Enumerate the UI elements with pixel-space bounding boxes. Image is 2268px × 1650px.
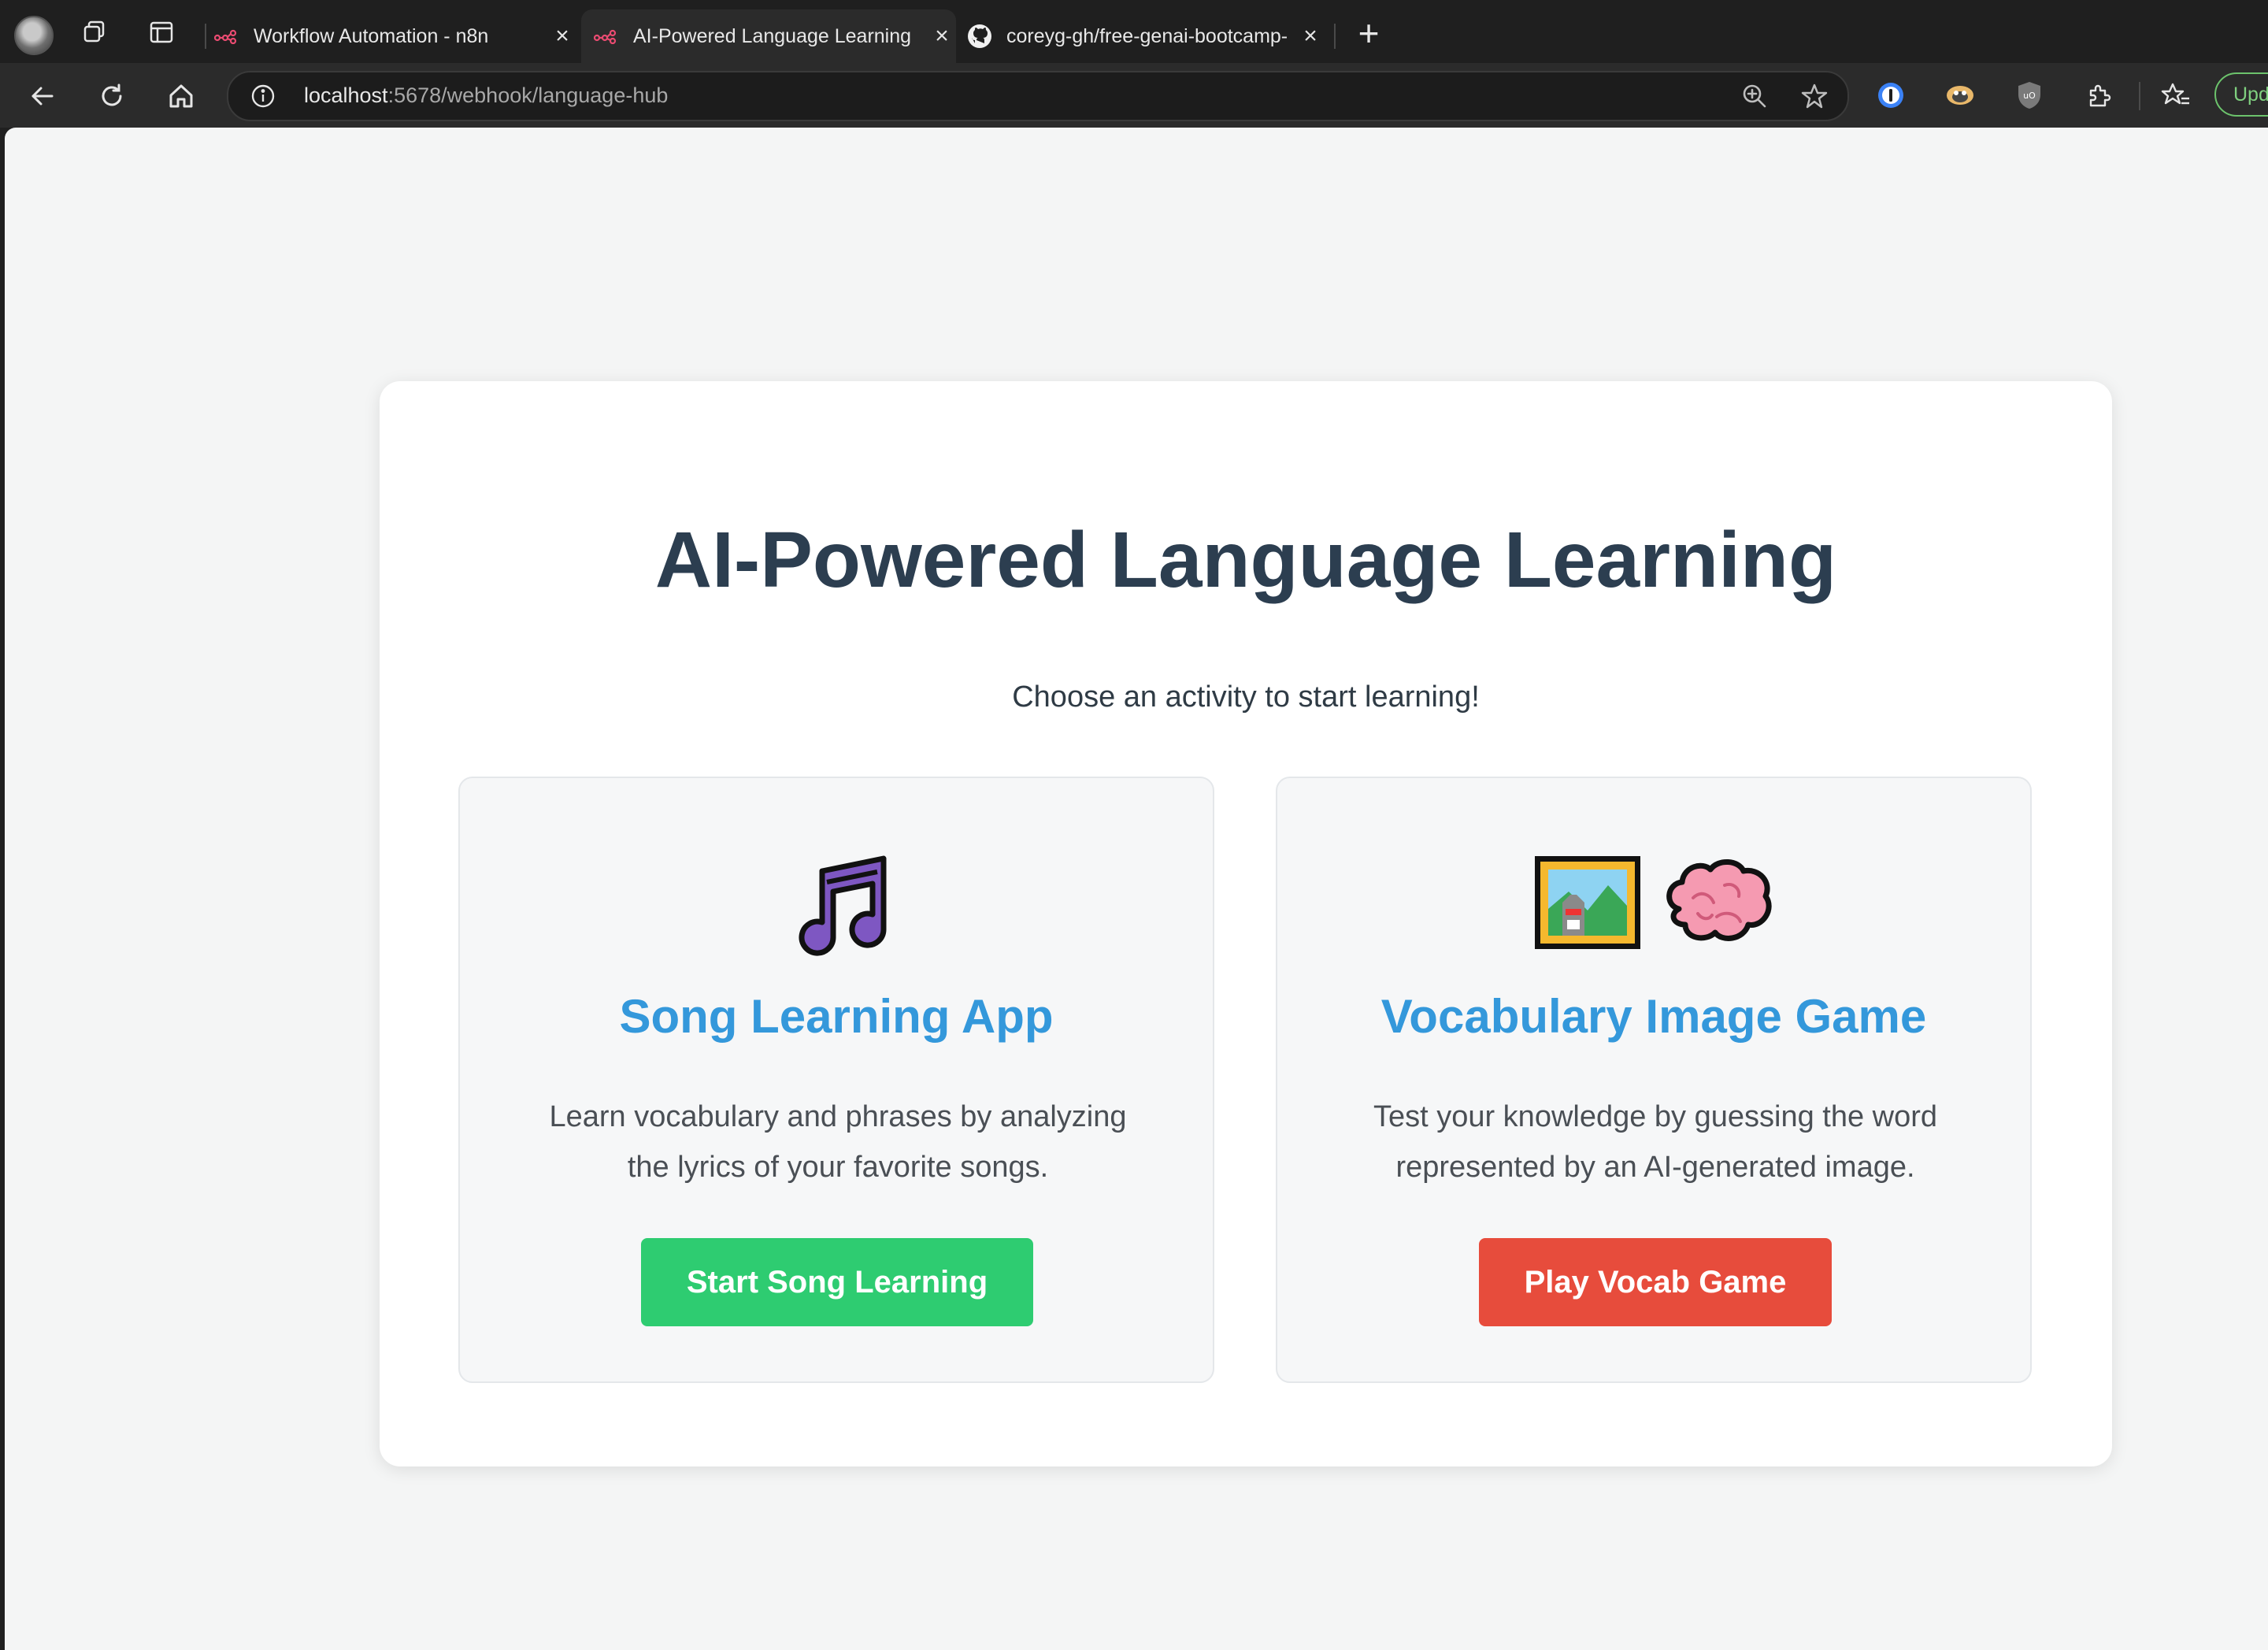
tab-title: AI-Powered Language Learning	[633, 24, 912, 47]
page-subtitle: Choose an activity to start learning!	[1012, 680, 1480, 714]
refresh-icon[interactable]	[93, 77, 131, 115]
song-learning-card: Song Learning App Learn vocabulary and p…	[458, 777, 1214, 1383]
brain-icon	[1662, 854, 1775, 955]
page-title: AI-Powered Language Learning	[654, 516, 1837, 604]
browser-toolbar: localhost:5678/webhook/language-hub uO U…	[0, 63, 2268, 128]
favorite-star-icon[interactable]	[1800, 82, 1829, 110]
extension-icon[interactable]	[1944, 79, 1977, 112]
github-icon	[967, 24, 992, 49]
vocab-game-card: Vocabulary Image Game Test your knowledg…	[1276, 777, 2032, 1383]
tab-bar: Workflow Automation - n8n × AI-Powered L…	[0, 0, 2268, 63]
back-icon[interactable]	[24, 77, 61, 115]
tab-github-repo[interactable]: coreyg-gh/free-genai-bootcamp- ×	[967, 9, 1325, 63]
main-card: AI-Powered Language Learning Choose an a…	[380, 381, 2112, 1466]
tab-title: coreyg-gh/free-genai-bootcamp-	[1006, 24, 1288, 47]
tab-title: Workflow Automation - n8n	[254, 24, 489, 47]
url-host: localhost	[304, 83, 388, 107]
tab-actions-icon[interactable]	[143, 14, 180, 50]
password-manager-icon[interactable]	[1874, 79, 1907, 112]
tab-language-learning[interactable]: AI-Powered Language Learning ×	[581, 9, 956, 63]
workspaces-icon[interactable]	[77, 14, 113, 50]
ublock-shield-icon[interactable]: uO	[2013, 79, 2046, 112]
svg-text:uO: uO	[2023, 91, 2036, 101]
url-text: localhost:5678/webhook/language-hub	[304, 83, 668, 108]
framed-picture-icon	[1532, 854, 1643, 955]
favorites-icon[interactable]	[2159, 79, 2192, 112]
tab-n8n-workflow[interactable]: Workflow Automation - n8n ×	[214, 9, 576, 63]
close-tab-icon[interactable]: ×	[928, 22, 956, 50]
home-icon[interactable]	[162, 77, 200, 115]
activity-title: Vocabulary Image Game	[1380, 990, 1927, 1043]
url-path: :5678/webhook/language-hub	[387, 83, 669, 107]
n8n-icon	[594, 24, 619, 49]
n8n-icon	[214, 24, 239, 49]
browser-update-button[interactable]: Upd	[2214, 72, 2268, 117]
new-tab-icon[interactable]: +	[1351, 15, 1386, 52]
address-bar[interactable]: localhost:5678/webhook/language-hub	[227, 71, 1849, 121]
activity-icons	[1277, 849, 2030, 959]
site-info-icon[interactable]	[250, 83, 276, 109]
extensions-puzzle-icon[interactable]	[2082, 79, 2115, 112]
close-tab-icon[interactable]: ×	[548, 22, 576, 50]
close-tab-icon[interactable]: ×	[1296, 22, 1325, 50]
zoom-icon[interactable]	[1740, 82, 1769, 110]
play-vocab-game-button[interactable]: Play Vocab Game	[1479, 1238, 1832, 1326]
profile-avatar[interactable]	[14, 16, 54, 55]
activity-description: Test your knowledge by guessing the word…	[1373, 1100, 1938, 1184]
page-viewport: AI-Powered Language Learning Choose an a…	[5, 128, 2268, 1650]
activity-title: Song Learning App	[619, 990, 1054, 1043]
activity-icons	[460, 849, 1213, 959]
music-note-icon	[781, 847, 891, 962]
start-song-learning-button[interactable]: Start Song Learning	[641, 1238, 1033, 1326]
activity-description: Learn vocabulary and phrases by analyzin…	[549, 1100, 1127, 1184]
